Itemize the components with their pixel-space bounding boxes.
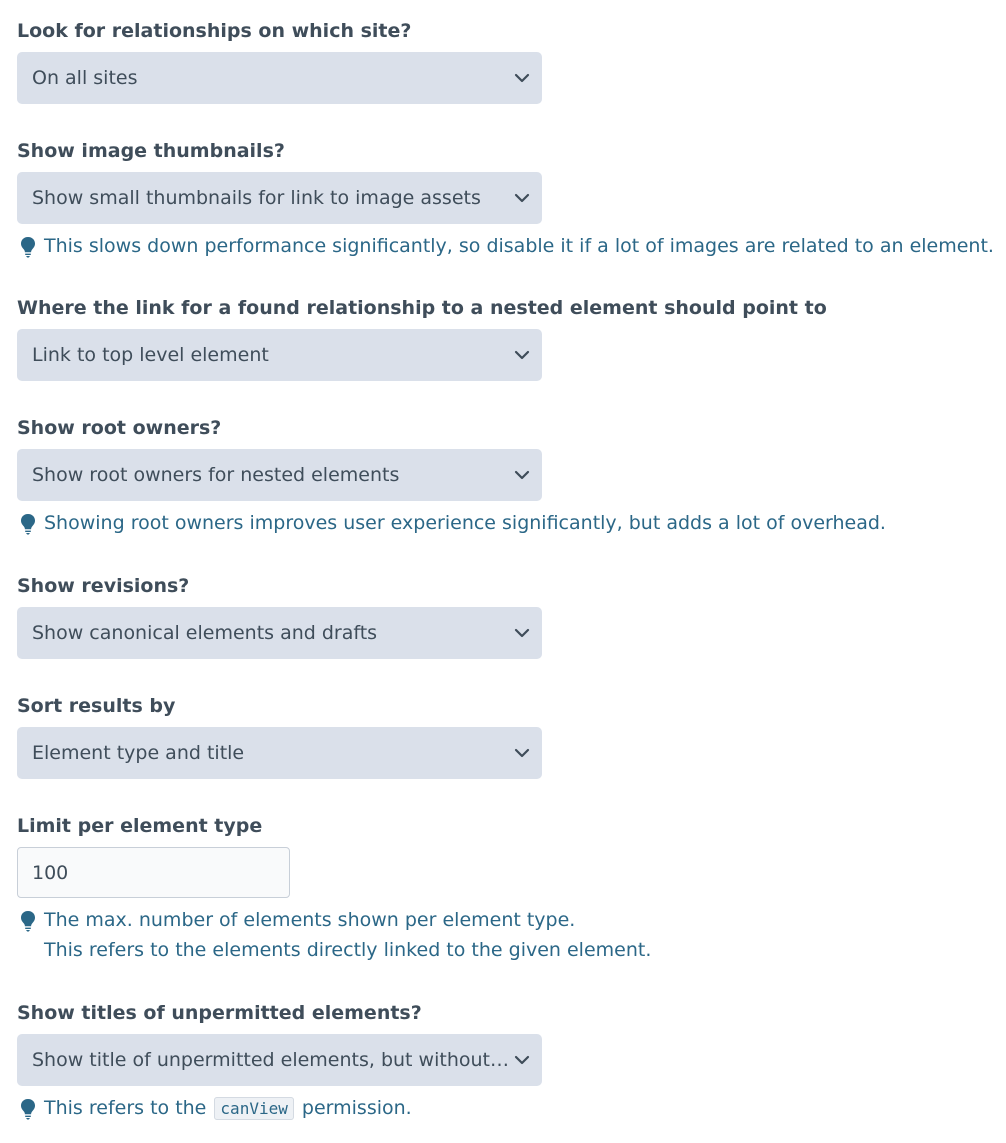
- sort-select[interactable]: Element type and title: [17, 727, 542, 779]
- field-unpermitted: Show titles of unpermitted elements? Sho…: [17, 1001, 542, 1124]
- chevron-down-icon: [514, 1055, 530, 1065]
- lightbulb-icon: [21, 1099, 35, 1120]
- unpermitted-select[interactable]: Show title of unpermitted elements, but …: [17, 1034, 542, 1086]
- thumbnails-tip: This slows down performance significantl…: [17, 231, 994, 261]
- root-owners-select[interactable]: Show root owners for nested elements: [17, 449, 542, 501]
- canview-code: canView: [214, 1097, 294, 1120]
- link-target-label: Where the link for a found relationship …: [17, 297, 827, 319]
- field-link-target: Where the link for a found relationship …: [17, 296, 827, 381]
- unpermitted-tip: This refers to the canView permission.: [17, 1093, 542, 1124]
- unpermitted-select-value: Show title of unpermitted elements, but …: [32, 1049, 512, 1071]
- chevron-down-icon: [514, 748, 530, 758]
- field-thumbnails: Show image thumbnails? Show small thumbn…: [17, 139, 994, 261]
- lightbulb-icon: [21, 514, 35, 535]
- chevron-down-icon: [514, 73, 530, 83]
- thumbnails-select-value: Show small thumbnails for link to image …: [32, 187, 481, 209]
- thumbnails-tip-text: This slows down performance significantl…: [44, 235, 994, 257]
- site-select-value: On all sites: [32, 67, 138, 89]
- unpermitted-tip-post: permission.: [301, 1097, 412, 1119]
- limit-tip-line-1: The max. number of elements shown per el…: [44, 909, 576, 931]
- field-limit: Limit per element type 100 The max. numb…: [17, 814, 651, 965]
- chevron-down-icon: [514, 350, 530, 360]
- lightbulb-icon: [21, 911, 35, 932]
- sort-label: Sort results by: [17, 695, 176, 717]
- site-select[interactable]: On all sites: [17, 52, 542, 104]
- revisions-select-value: Show canonical elements and drafts: [32, 622, 378, 644]
- root-owners-label: Show root owners?: [17, 417, 222, 439]
- unpermitted-tip-text: This refers to the canView permission.: [44, 1093, 412, 1124]
- limit-tip: The max. number of elements shown per el…: [17, 905, 651, 965]
- revisions-label: Show revisions?: [17, 575, 190, 597]
- root-owners-tip-text: Showing root owners improves user experi…: [44, 512, 886, 534]
- site-label: Look for relationships on which site?: [17, 20, 412, 42]
- chevron-down-icon: [514, 628, 530, 638]
- link-target-select-value: Link to top level element: [32, 344, 269, 366]
- limit-input[interactable]: 100: [17, 847, 290, 898]
- chevron-down-icon: [514, 193, 530, 203]
- unpermitted-label: Show titles of unpermitted elements?: [17, 1002, 422, 1024]
- root-owners-select-value: Show root owners for nested elements: [32, 464, 400, 486]
- field-revisions: Show revisions? Show canonical elements …: [17, 574, 542, 659]
- chevron-down-icon: [514, 470, 530, 480]
- lightbulb-icon: [21, 237, 35, 258]
- limit-label: Limit per element type: [17, 815, 263, 837]
- link-target-select[interactable]: Link to top level element: [17, 329, 542, 381]
- revisions-select[interactable]: Show canonical elements and drafts: [17, 607, 542, 659]
- field-root-owners: Show root owners? Show root owners for n…: [17, 416, 886, 538]
- field-site: Look for relationships on which site? On…: [17, 19, 542, 104]
- root-owners-tip: Showing root owners improves user experi…: [17, 508, 886, 538]
- field-sort: Sort results by Element type and title: [17, 694, 542, 779]
- unpermitted-tip-pre: This refers to the: [44, 1097, 207, 1119]
- sort-select-value: Element type and title: [32, 742, 245, 764]
- limit-input-value: 100: [32, 861, 69, 884]
- thumbnails-label: Show image thumbnails?: [17, 140, 285, 162]
- limit-tip-line-2: This refers to the elements directly lin…: [44, 939, 652, 961]
- thumbnails-select[interactable]: Show small thumbnails for link to image …: [17, 172, 542, 224]
